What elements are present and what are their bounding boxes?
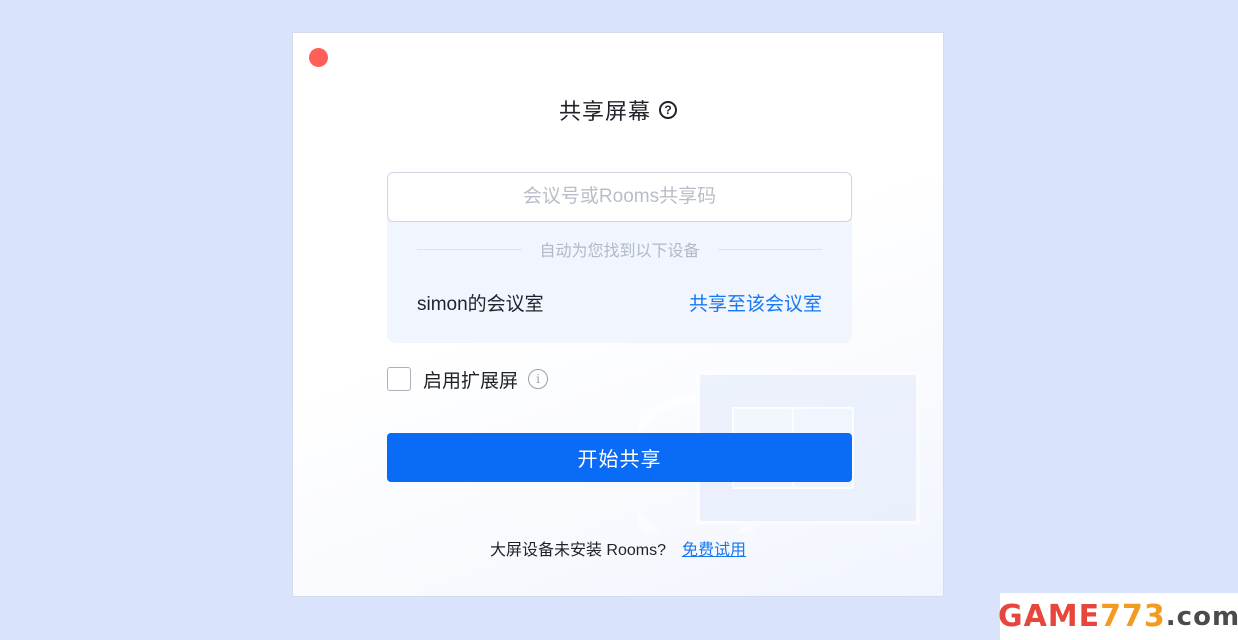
watermark-part-domain: .com xyxy=(1165,601,1238,632)
start-share-button[interactable]: 开始共享 xyxy=(387,433,852,482)
device-name: simon的会议室 xyxy=(417,294,544,315)
auto-found-text: 自动为您找到以下设备 xyxy=(539,243,700,260)
title-row: 共享屏幕 ? xyxy=(293,95,943,125)
extended-screen-label[interactable]: 启用扩展屏 xyxy=(423,366,518,393)
extended-screen-checkbox[interactable] xyxy=(387,367,411,391)
footer-text: 大屏设备未安装 Rooms? xyxy=(489,542,666,559)
help-icon[interactable]: ? xyxy=(659,101,677,119)
auto-found-divider: 自动为您找到以下设备 xyxy=(417,239,823,260)
dialog-title: 共享屏幕 xyxy=(558,99,651,124)
extended-screen-row: 启用扩展屏 i xyxy=(387,366,549,393)
info-icon[interactable]: i xyxy=(528,369,549,389)
close-icon[interactable] xyxy=(309,48,328,67)
share-screen-dialog: 共享屏幕 ? 自动为您找到以下设备 simon的会议室 共享至该会议室 启用扩展… xyxy=(292,32,944,597)
divider-line-right xyxy=(717,248,823,250)
watermark-part-game: GAME xyxy=(997,599,1101,634)
free-trial-link[interactable]: 免费试用 xyxy=(682,536,746,560)
footer: 大屏设备未安装 Rooms? 免费试用 xyxy=(293,536,943,560)
watermark-logo: GAME 773 .com xyxy=(997,593,1238,640)
divider-line-left xyxy=(417,248,522,250)
device-panel: 自动为您找到以下设备 simon的会议室 共享至该会议室 xyxy=(387,219,852,343)
watermark-part-number: 773 xyxy=(1100,599,1166,634)
share-to-room-link[interactable]: 共享至该会议室 xyxy=(689,289,822,316)
meeting-code-input[interactable] xyxy=(387,172,852,222)
